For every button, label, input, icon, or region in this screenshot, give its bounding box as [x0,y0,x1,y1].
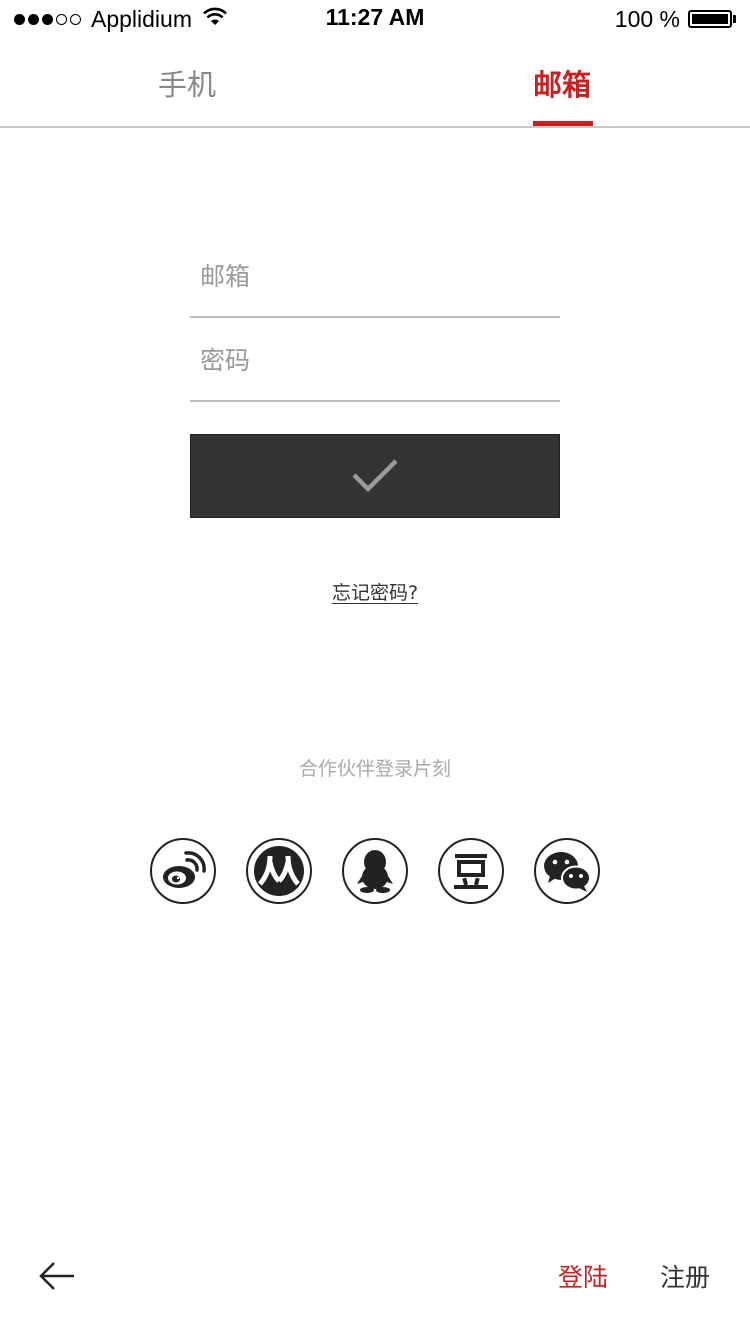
weibo-icon [163,851,206,888]
tab-email[interactable]: 邮箱 [503,40,621,126]
tab-phone[interactable]: 手机 [128,40,246,126]
renren-icon [254,846,304,896]
forgot-password-link[interactable]: 忘记密码? [332,582,418,604]
qq-icon [357,850,393,893]
email-field-container [190,234,560,318]
password-field-container [190,318,560,402]
checkmark-icon [352,459,398,493]
douban-login-button[interactable] [438,838,504,904]
email-input[interactable] [200,250,560,302]
weibo-login-button[interactable] [150,838,216,904]
active-tab-indicator [533,121,593,126]
status-right: 100 % [615,5,736,33]
battery-level-fill [692,14,728,24]
back-button[interactable] [38,1256,78,1296]
renren-login-button[interactable] [246,838,312,904]
password-input[interactable] [200,334,560,386]
wechat-icon [544,852,591,892]
arrow-left-icon [39,1262,74,1290]
submit-login-button[interactable] [190,434,560,518]
status-bar: Applidium 11:27 AM 100 % [0,0,750,40]
login-tab-bar: 手机 邮箱 [0,40,750,128]
battery-percentage: 100 % [614,5,680,32]
social-login-row [0,838,750,906]
douban-icon [454,854,488,889]
login-button[interactable]: 登陆 [558,1258,608,1294]
wechat-login-button[interactable] [534,838,600,904]
battery-icon [688,10,732,28]
forgot-password-link-wrap: 忘记密码? [0,578,750,605]
qq-login-button[interactable] [342,838,408,904]
battery-tip [733,15,736,23]
partner-login-label: 合作伙伴登录片刻 [298,758,451,780]
register-button[interactable]: 注册 [660,1258,710,1294]
